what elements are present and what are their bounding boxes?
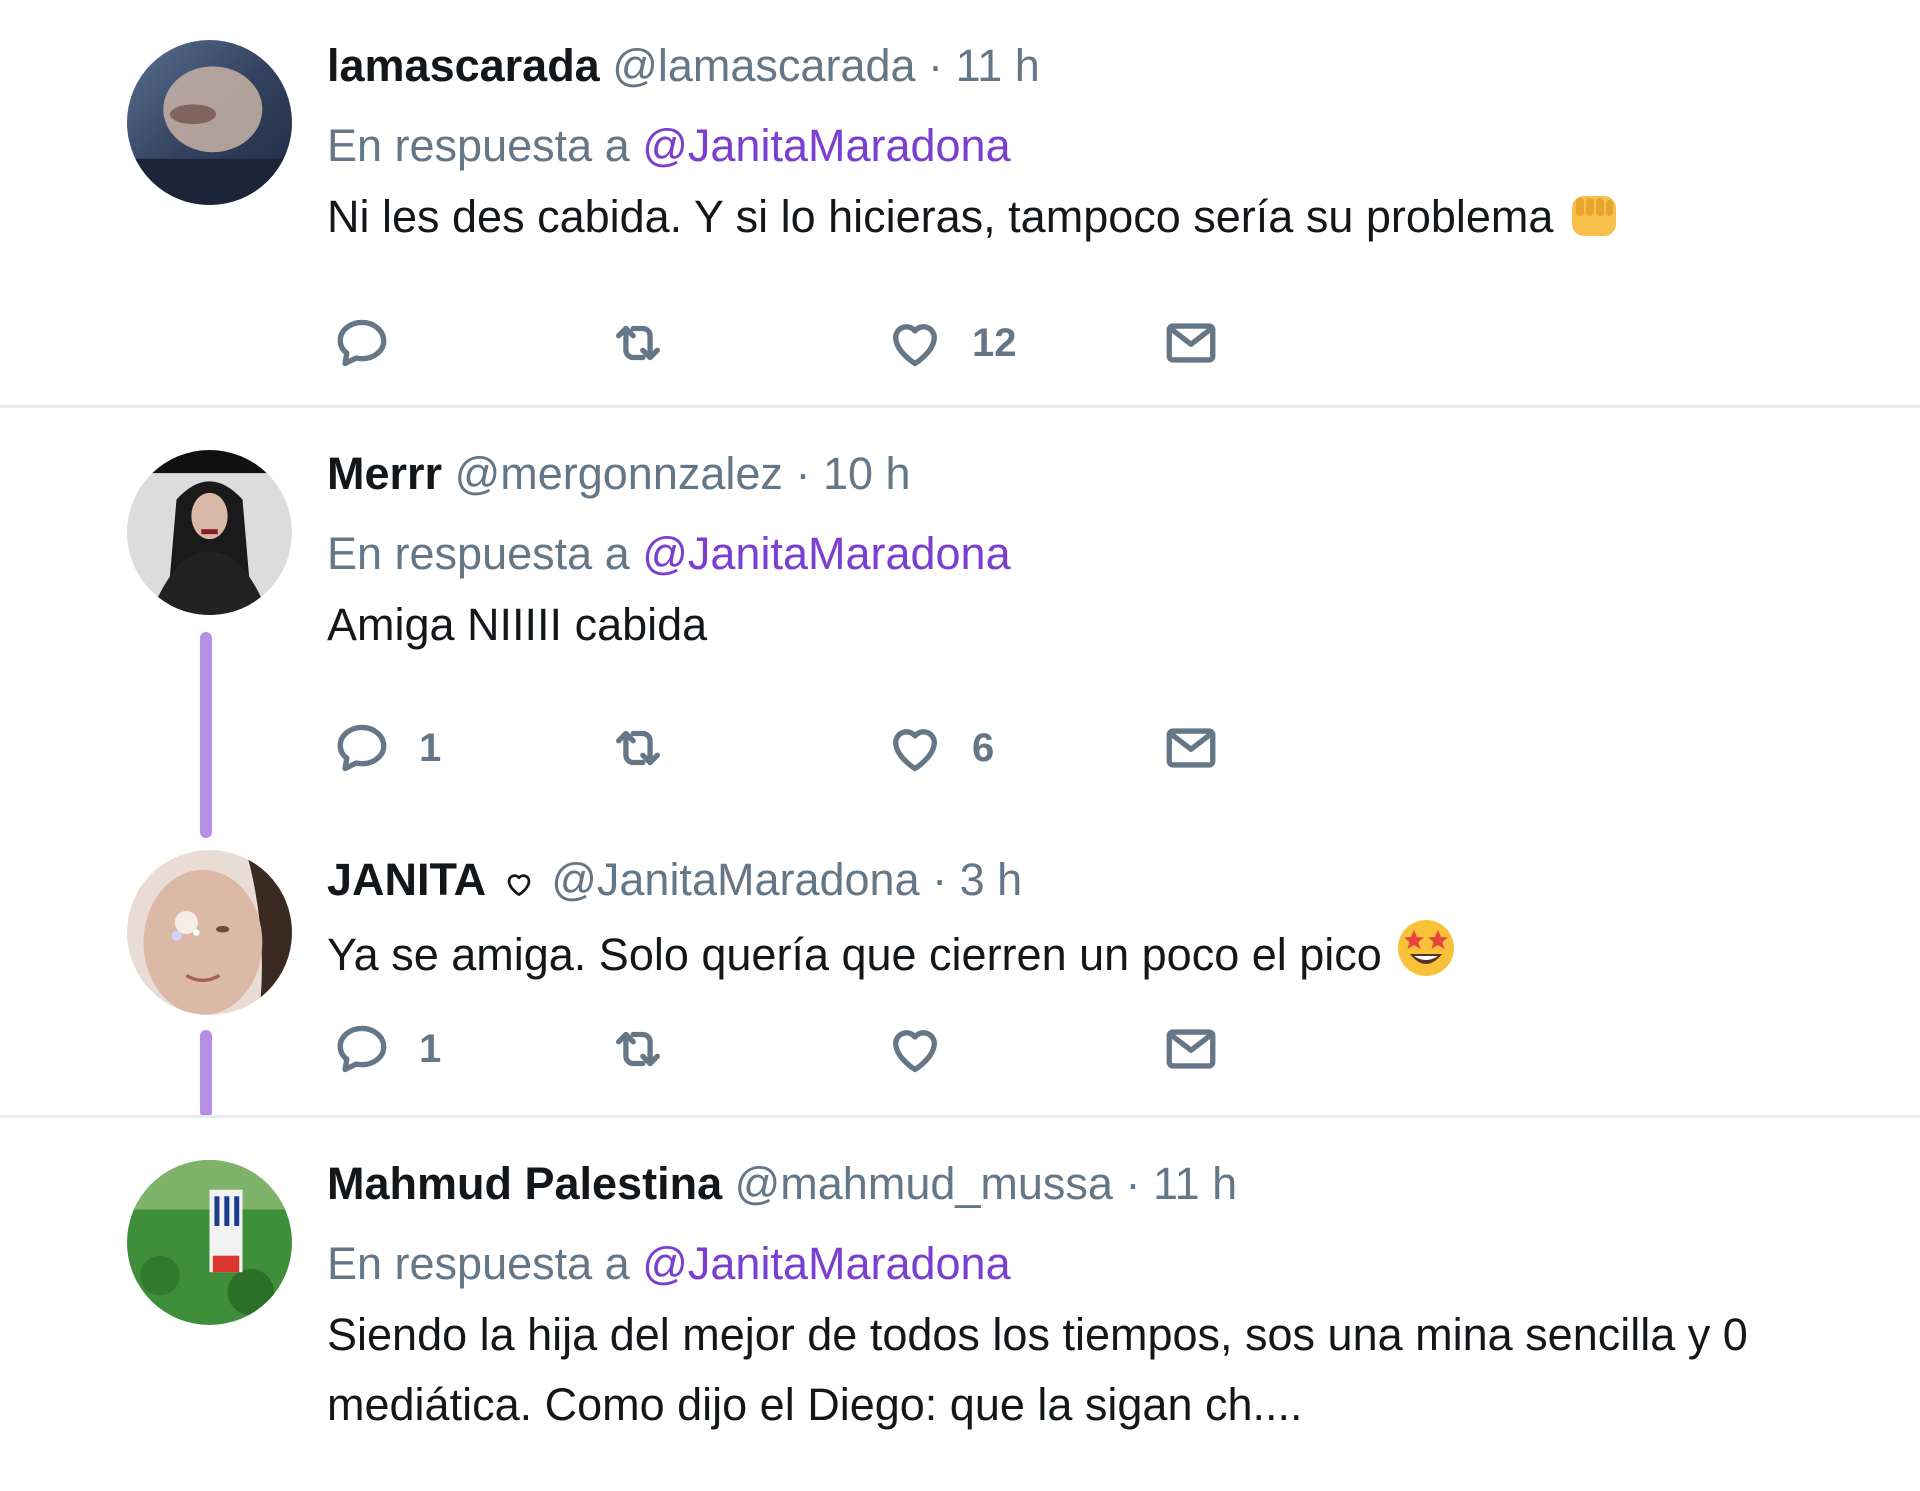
- heart-icon: [893, 729, 937, 772]
- heart-icon: [893, 1030, 937, 1073]
- like-button[interactable]: 6: [886, 713, 994, 783]
- reply-icon: [337, 319, 387, 367]
- retweet-button[interactable]: [609, 713, 695, 783]
- handle[interactable]: @lamascarada: [612, 40, 915, 91]
- direct-message-button[interactable]: [1162, 713, 1220, 783]
- timestamp[interactable]: 11 h: [1153, 1158, 1237, 1209]
- timestamp[interactable]: 10 h: [823, 448, 911, 499]
- display-name[interactable]: JANITA: [327, 854, 486, 905]
- retweet-button[interactable]: [609, 308, 695, 378]
- reply-count: 1: [419, 725, 442, 770]
- retweet-button[interactable]: [609, 1014, 695, 1084]
- tweet-text: Amiga NIIIII cabida: [327, 599, 708, 650]
- retweet-icon: [616, 325, 660, 361]
- tweet-header: JANITA @JanitaMaradona · 3 h: [327, 852, 1880, 912]
- reply-icon: [337, 724, 387, 772]
- direct-message-button[interactable]: [1162, 1014, 1220, 1084]
- reply-mention-link[interactable]: @JanitaMaradona: [642, 528, 1010, 579]
- avatar[interactable]: [127, 1160, 292, 1325]
- reply-count: 1: [419, 1026, 442, 1071]
- separator: ·: [932, 854, 948, 905]
- like-button[interactable]: 12: [886, 308, 1017, 378]
- reply-context: En respuesta a @JanitaMaradona: [327, 526, 1880, 582]
- handle[interactable]: @mahmud_mussa: [735, 1158, 1113, 1209]
- reply-prefix: En respuesta a: [327, 1238, 630, 1289]
- envelope-icon: [1166, 1029, 1216, 1069]
- envelope-icon: [1166, 323, 1216, 363]
- separator: ·: [928, 40, 944, 91]
- tweet-3[interactable]: JANITA @JanitaMaradona · 3 h Ya se amiga…: [0, 832, 1920, 1114]
- timestamp[interactable]: 11 h: [956, 40, 1040, 91]
- reply-button[interactable]: [333, 308, 419, 378]
- tweet-text: Ya se amiga. Solo quería que cierren un …: [327, 916, 1880, 1000]
- handle[interactable]: @JanitaMaradona: [551, 854, 919, 905]
- tweet-4[interactable]: Mahmud Palestina @mahmud_mussa · 11 h En…: [0, 1118, 1920, 1491]
- direct-message-button[interactable]: [1162, 308, 1220, 378]
- tweet-1[interactable]: lamascarada @lamascarada · 11 h En respu…: [0, 0, 1920, 406]
- reply-prefix: En respuesta a: [327, 528, 630, 579]
- tweet-text-content: Ni les des cabida. Y si lo hicieras, tam…: [327, 191, 1554, 242]
- tweet-header: Merrr @mergonnzalez · 10 h: [327, 446, 1880, 502]
- like-button[interactable]: [886, 1014, 972, 1084]
- handle[interactable]: @mergonnzalez: [455, 448, 783, 499]
- display-name[interactable]: lamascarada: [327, 40, 600, 91]
- tweet-text-content: Ya se amiga. Solo quería que cierren un …: [327, 929, 1382, 980]
- reply-button[interactable]: 1: [333, 1014, 441, 1084]
- tweet-text: Siendo la hija del mejor de todos los ti…: [327, 1300, 1880, 1440]
- star-struck-icon: [1394, 916, 1458, 1000]
- reply-icon: [337, 1025, 387, 1073]
- reply-button[interactable]: 1: [333, 713, 441, 783]
- tweet-2[interactable]: Merrr @mergonnzalez · 10 h En respuesta …: [0, 408, 1920, 828]
- reply-context: En respuesta a @JanitaMaradona: [327, 1236, 1880, 1292]
- like-count: 12: [972, 320, 1017, 365]
- display-name[interactable]: Merrr: [327, 448, 442, 499]
- heart-outline-icon: [503, 856, 535, 912]
- tweet-text-line-1: Siendo la hija del mejor de todos los ti…: [327, 1309, 1748, 1360]
- retweet-icon: [616, 730, 660, 766]
- thread-connector: [200, 1030, 212, 1118]
- retweet-icon: [616, 1031, 660, 1067]
- reply-mention-link[interactable]: @JanitaMaradona: [642, 120, 1010, 171]
- tweet-header: Mahmud Palestina @mahmud_mussa · 11 h: [327, 1156, 1880, 1212]
- reply-context: En respuesta a @JanitaMaradona: [327, 118, 1880, 174]
- separator: ·: [1125, 1158, 1141, 1209]
- display-name[interactable]: Mahmud Palestina: [327, 1158, 722, 1209]
- reply-mention-link[interactable]: @JanitaMaradona: [642, 1238, 1010, 1289]
- tweet-header: lamascarada @lamascarada · 11 h: [327, 38, 1880, 94]
- fist-icon: [1566, 190, 1622, 262]
- like-count: 6: [972, 725, 995, 770]
- reply-prefix: En respuesta a: [327, 120, 630, 171]
- separator: ·: [795, 448, 811, 499]
- heart-icon: [893, 324, 937, 367]
- avatar[interactable]: [127, 40, 292, 205]
- tweet-text: Ni les des cabida. Y si lo hicieras, tam…: [327, 182, 1880, 262]
- timestamp[interactable]: 3 h: [960, 854, 1023, 905]
- tweet-text-line-2: mediática. Como dijo el Diego: que la si…: [327, 1379, 1303, 1430]
- avatar[interactable]: [127, 450, 292, 615]
- avatar[interactable]: [127, 850, 292, 1015]
- thread-connector: [200, 632, 212, 838]
- envelope-icon: [1166, 728, 1216, 768]
